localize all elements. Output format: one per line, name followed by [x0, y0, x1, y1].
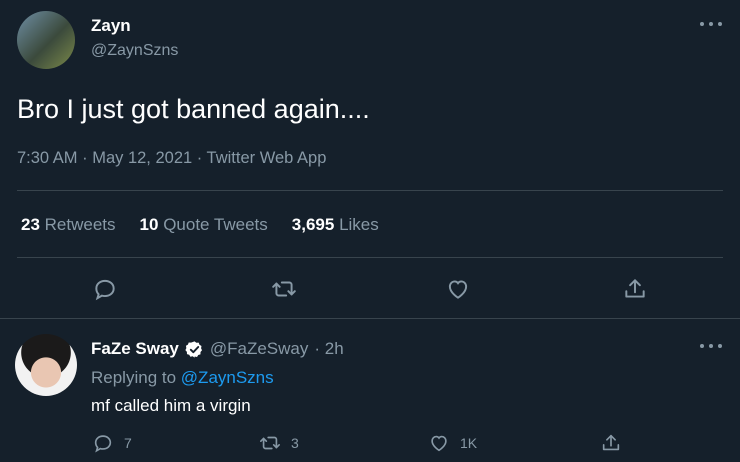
reply-retweet-button[interactable]: 3 — [259, 432, 299, 454]
tweet-text: Bro I just got banned again.... — [17, 94, 370, 124]
tweet-stats: 23 Retweets 10 Quote Tweets 3,695 Likes — [21, 215, 379, 235]
more-options-icon[interactable] — [700, 19, 722, 29]
mention-link[interactable]: @ZaynSzns — [181, 368, 274, 387]
verified-badge-icon — [185, 340, 202, 358]
like-count: 1K — [460, 435, 478, 451]
divider — [0, 318, 740, 319]
reply-icon[interactable] — [92, 276, 118, 302]
replying-to: Replying to @ZaynSzns — [91, 368, 274, 387]
like-icon[interactable] — [445, 276, 471, 302]
retweets-stat[interactable]: 23 Retweets — [21, 215, 116, 235]
reply-author-name[interactable]: FaZe Sway — [91, 339, 179, 359]
reply-time[interactable]: · 2h — [314, 339, 343, 359]
author-name[interactable]: Zayn — [91, 16, 131, 36]
retweet-icon — [260, 436, 280, 450]
reply-author-handle[interactable]: @FaZeSway — [210, 339, 309, 359]
divider — [17, 257, 723, 258]
divider — [17, 190, 723, 191]
share-icon[interactable] — [622, 276, 648, 302]
reply-avatar[interactable] — [15, 334, 77, 396]
tweet-actions — [0, 276, 740, 302]
quote-tweets-stat[interactable]: 10 Quote Tweets — [140, 215, 268, 235]
reply-like-button[interactable]: 1K — [428, 432, 477, 454]
reply-count: 7 — [124, 435, 132, 451]
tweet-meta[interactable]: 7:30 AM · May 12, 2021 · Twitter Web App — [17, 149, 326, 168]
reply-actions: 7 3 1K — [0, 432, 740, 454]
reply-reply-button[interactable]: 7 — [92, 432, 132, 454]
reply-share-button[interactable] — [600, 432, 622, 454]
reply-icon — [94, 435, 112, 453]
retweet-count: 3 — [291, 435, 299, 451]
reply-text: mf called him a virgin — [91, 396, 251, 415]
like-icon — [431, 435, 447, 452]
author-handle[interactable]: @ZaynSzns — [91, 42, 178, 60]
avatar[interactable] — [17, 11, 75, 69]
likes-stat[interactable]: 3,695 Likes — [292, 215, 379, 235]
more-options-icon[interactable] — [700, 341, 722, 351]
share-icon — [602, 434, 620, 451]
retweet-icon[interactable] — [271, 276, 297, 302]
reply-header: FaZe Sway @FaZeSway · 2h — [91, 339, 344, 359]
